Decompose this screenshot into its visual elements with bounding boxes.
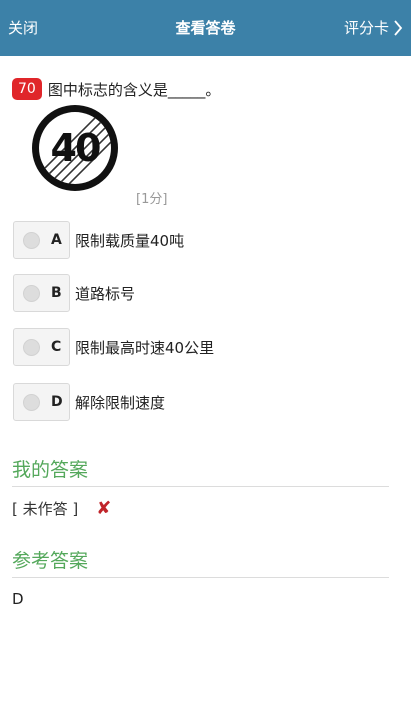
option-letter: A <box>51 232 62 248</box>
divider <box>12 486 389 487</box>
traffic-sign-image: 40 <box>32 105 118 191</box>
option-a-box[interactable]: A <box>13 221 70 259</box>
option-d-box[interactable]: D <box>13 383 70 421</box>
my-answer-row: [ 未作答 ] ✘ <box>12 498 111 519</box>
option-text: 限制载质量40吨 <box>75 231 185 250</box>
option-c[interactable]: C 限制最高时速40公里 <box>13 328 313 366</box>
my-answer-value: [ 未作答 ] <box>12 500 79 518</box>
score-card-label: 评分卡 <box>343 19 389 37</box>
option-text: 限制最高时速40公里 <box>75 338 215 357</box>
option-letter: D <box>51 394 63 410</box>
option-text: 道路标号 <box>75 284 136 303</box>
wrong-icon: ✘ <box>96 498 112 519</box>
top-bar: 关闭 查看答卷 评分卡 <box>0 0 411 56</box>
question-score: [1分] <box>136 192 168 207</box>
chevron-right-icon <box>394 20 403 36</box>
option-letter: C <box>51 339 62 355</box>
question-header: 70 图中标志的含义是_____。 <box>12 77 220 101</box>
radio-icon <box>23 393 40 411</box>
score-card-button[interactable]: 评分卡 <box>344 0 403 56</box>
divider <box>12 577 389 578</box>
my-answer-title: 我的答案 <box>12 459 89 481</box>
option-c-box[interactable]: C <box>13 328 70 366</box>
option-b[interactable]: B 道路标号 <box>13 274 313 312</box>
radio-icon <box>23 338 40 356</box>
option-d[interactable]: D 解除限制速度 <box>13 383 313 421</box>
radio-icon <box>23 231 40 249</box>
reference-answer-title: 参考答案 <box>12 550 89 572</box>
option-b-box[interactable]: B <box>13 274 70 312</box>
option-a[interactable]: A 限制载质量40吨 <box>13 221 313 259</box>
option-text: 解除限制速度 <box>75 393 166 412</box>
question-text: 图中标志的含义是_____。 <box>47 80 221 99</box>
close-button[interactable]: 关闭 <box>8 0 38 56</box>
question-number-badge: 70 <box>12 78 42 100</box>
radio-icon <box>23 284 40 302</box>
reference-answer-value: D <box>12 590 24 608</box>
option-letter: B <box>51 285 62 301</box>
